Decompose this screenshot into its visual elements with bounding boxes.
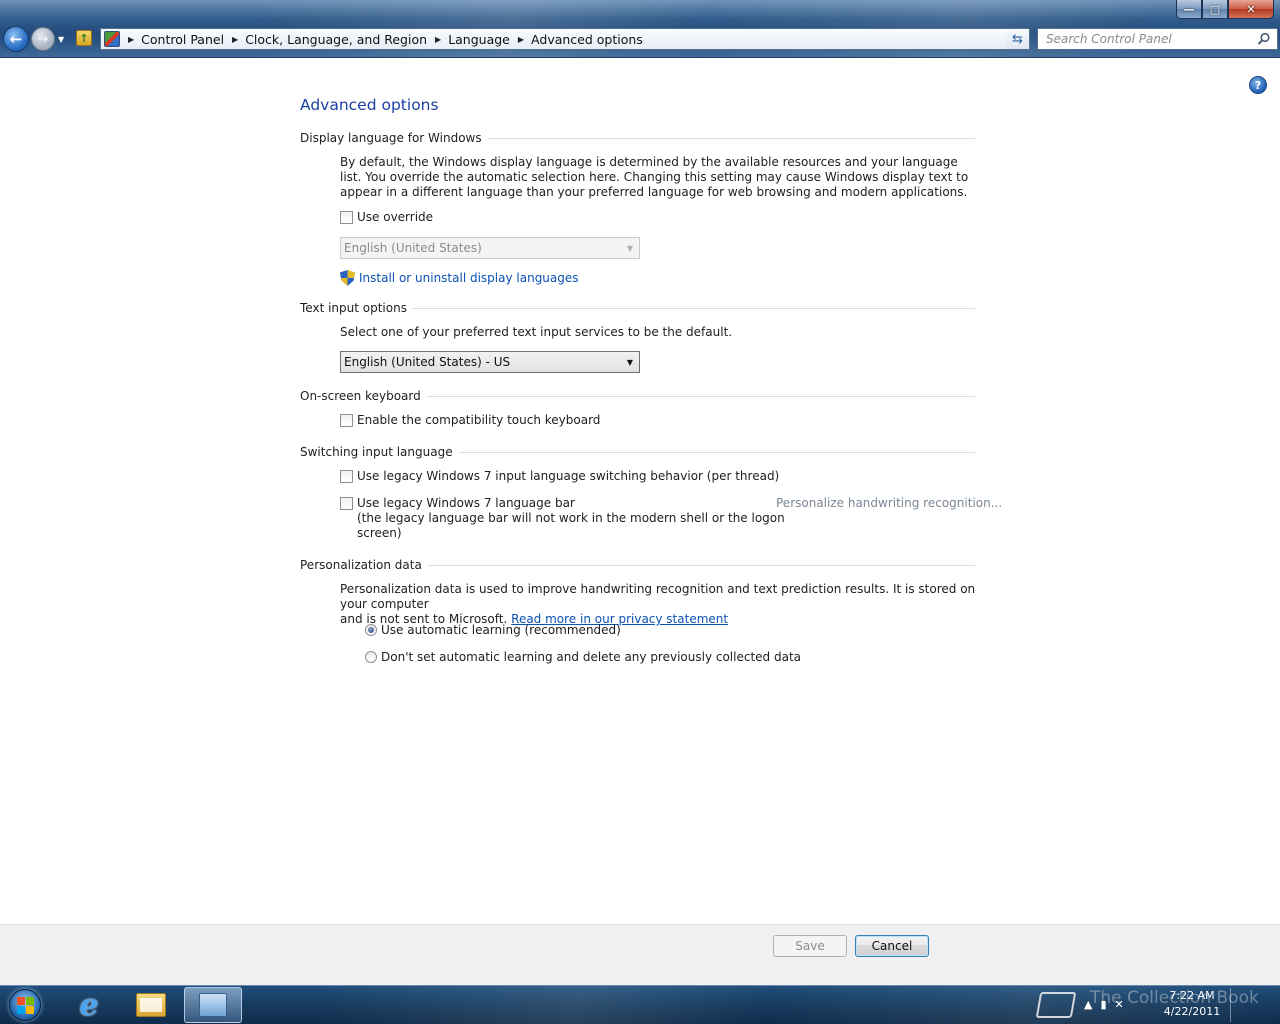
legacy-language-bar-note: screen) xyxy=(357,526,402,540)
section-heading: Display language for Windows xyxy=(300,131,482,145)
personalize-handwriting-link[interactable]: Personalize handwriting recognition... xyxy=(776,496,1002,510)
refresh-icon: ⇆ xyxy=(1012,31,1023,47)
section-divider xyxy=(487,137,975,139)
section-personalization: Personalization data xyxy=(300,557,975,573)
control-panel-icon xyxy=(199,993,227,1017)
install-languages-row[interactable]: Install or uninstall display languages xyxy=(340,270,579,286)
text-input-description: Select one of your preferred text input … xyxy=(340,325,733,339)
close-button[interactable]: ✕ xyxy=(1228,0,1274,19)
automatic-learning-option[interactable]: Use automatic learning (recommended) xyxy=(365,623,621,638)
section-switching-input: Switching input language xyxy=(300,444,975,460)
chevron-down-icon[interactable]: ▼ xyxy=(624,352,636,372)
chevron-down-icon: ▼ xyxy=(626,243,634,253)
breadcrumb-language[interactable]: Language xyxy=(448,32,510,47)
no-learning-label[interactable]: Don't set automatic learning and delete … xyxy=(381,650,801,665)
use-override-row[interactable]: Use override xyxy=(340,210,433,225)
search-input[interactable] xyxy=(1046,32,1254,46)
legacy-switching-row[interactable]: Use legacy Windows 7 input language swit… xyxy=(340,469,779,484)
section-onscreen-keyboard: On-screen keyboard xyxy=(300,388,975,404)
legacy-switching-label[interactable]: Use legacy Windows 7 input language swit… xyxy=(357,469,779,484)
start-button[interactable] xyxy=(5,988,45,1022)
address-bar[interactable]: ▶ Control Panel ▶ Clock, Language, and R… xyxy=(100,28,1030,50)
refresh-button[interactable]: ⇆ xyxy=(1006,28,1030,50)
folder-icon xyxy=(136,993,166,1017)
recent-pages-dropdown[interactable]: ▼ xyxy=(58,35,64,44)
breadcrumb-control-panel[interactable]: Control Panel xyxy=(141,32,224,47)
internet-explorer-icon: e xyxy=(79,987,99,1023)
personalization-description: Personalization data is used to improve … xyxy=(340,582,985,627)
install-languages-link[interactable]: Install or uninstall display languages xyxy=(359,271,579,285)
taskbar-control-panel[interactable] xyxy=(184,987,242,1023)
automatic-learning-radio[interactable] xyxy=(365,624,377,636)
breadcrumb-chevron-icon[interactable]: ▶ xyxy=(232,35,238,44)
breadcrumb-clock-language-region[interactable]: Clock, Language, and Region xyxy=(245,32,427,47)
section-divider xyxy=(426,395,975,397)
page-title: Advanced options xyxy=(300,96,439,114)
text-input-select-value: English (United States) - US xyxy=(344,355,511,369)
watermark: The Collection Book xyxy=(1090,988,1259,1008)
section-display-language: Display language for Windows xyxy=(300,130,975,146)
personalization-description-line: Personalization data is used to improve … xyxy=(340,582,976,611)
up-level-button[interactable]: ↑ xyxy=(76,30,92,46)
display-language-select-value: English (United States) xyxy=(344,241,482,255)
back-arrow-icon: ← xyxy=(9,30,23,48)
help-icon[interactable]: ? xyxy=(1249,76,1267,94)
touch-keyboard-checkbox[interactable] xyxy=(340,414,353,427)
cancel-button[interactable]: Cancel xyxy=(855,935,929,957)
section-heading: On-screen keyboard xyxy=(300,389,421,403)
forward-button[interactable]: → xyxy=(31,27,55,51)
minimize-button[interactable]: — xyxy=(1176,0,1202,19)
back-button[interactable]: ← xyxy=(3,26,29,52)
breadcrumb-chevron-icon[interactable]: ▶ xyxy=(435,35,441,44)
breadcrumb-advanced-options[interactable]: Advanced options xyxy=(531,32,643,47)
legacy-language-bar-note: (the legacy language bar will not work i… xyxy=(357,511,785,525)
section-divider xyxy=(458,451,975,453)
legacy-language-bar-label[interactable]: Use legacy Windows 7 language bar xyxy=(357,496,785,511)
section-heading: Switching input language xyxy=(300,445,453,459)
legacy-language-bar-checkbox[interactable] xyxy=(340,497,353,510)
taskbar-internet-explorer[interactable]: e xyxy=(62,987,116,1023)
uac-shield-icon xyxy=(340,270,355,286)
legacy-language-bar-text[interactable]: Use legacy Windows 7 language bar (the l… xyxy=(357,496,785,541)
save-button[interactable]: Save xyxy=(773,935,847,957)
section-heading: Text input options xyxy=(300,301,407,315)
control-panel-icon xyxy=(104,31,120,47)
window-controls: — □ ✕ xyxy=(1176,0,1274,19)
search-box[interactable] xyxy=(1037,28,1278,50)
search-icon[interactable] xyxy=(1257,32,1271,46)
no-learning-option[interactable]: Don't set automatic learning and delete … xyxy=(365,650,801,665)
maximize-button[interactable]: □ xyxy=(1202,0,1228,19)
up-arrow-icon: ↑ xyxy=(79,31,89,45)
touch-keyboard-row[interactable]: Enable the compatibility touch keyboard xyxy=(340,413,600,428)
touch-keyboard-label[interactable]: Enable the compatibility touch keyboard xyxy=(357,413,600,428)
no-learning-radio[interactable] xyxy=(365,651,377,663)
use-override-label[interactable]: Use override xyxy=(357,210,433,225)
section-heading: Personalization data xyxy=(300,558,422,572)
display-language-select: English (United States) ▼ xyxy=(340,237,640,259)
display-language-description: By default, the Windows display language… xyxy=(340,155,969,199)
forward-arrow-icon: → xyxy=(37,31,49,47)
legacy-switching-checkbox[interactable] xyxy=(340,470,353,483)
legacy-language-bar-row[interactable]: Use legacy Windows 7 language bar (the l… xyxy=(340,496,785,541)
windows-logo-icon xyxy=(9,989,41,1021)
section-text-input: Text input options xyxy=(300,300,975,316)
automatic-learning-label[interactable]: Use automatic learning (recommended) xyxy=(381,623,621,638)
use-override-checkbox[interactable] xyxy=(340,211,353,224)
tablet-input-panel-icon[interactable] xyxy=(1035,992,1077,1018)
section-divider xyxy=(427,564,975,566)
button-strip xyxy=(0,924,1280,985)
breadcrumb-chevron-icon[interactable]: ▶ xyxy=(128,35,134,44)
section-divider xyxy=(412,307,975,309)
text-input-select[interactable]: English (United States) - US ▼ xyxy=(340,351,640,373)
breadcrumb-chevron-icon[interactable]: ▶ xyxy=(518,35,524,44)
taskbar-windows-explorer[interactable] xyxy=(124,987,178,1023)
